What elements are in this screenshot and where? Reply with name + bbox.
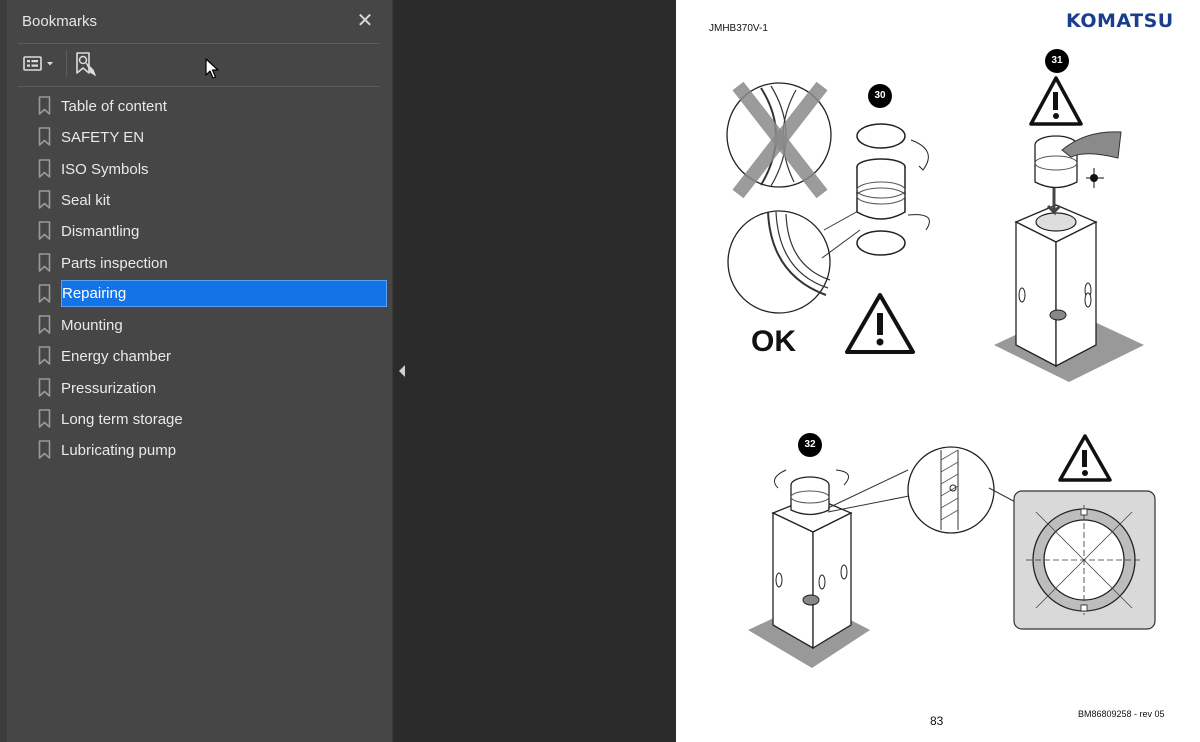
collapse-panel-arrow-icon[interactable] — [397, 364, 407, 378]
list-options-icon — [23, 56, 53, 71]
panel-title: Bookmarks — [22, 13, 98, 30]
bookmark-icon — [38, 440, 51, 460]
bookmark-icon — [38, 346, 51, 366]
bookmark-options-button[interactable] — [20, 52, 60, 76]
bookmark-item[interactable]: Mounting — [0, 310, 393, 338]
bookmark-item[interactable]: Repairing — [0, 279, 393, 307]
divider — [18, 43, 380, 44]
step-badge: 32 — [798, 433, 822, 457]
document-background — [411, 0, 676, 742]
block-assembly-31 — [994, 76, 1144, 382]
toolbar-separator — [66, 50, 67, 77]
document-page: JMHB370V-1 KOMATSU 30 31 32 OK 83 BM8680… — [676, 0, 1200, 742]
bookmark-label: Repairing — [61, 279, 387, 307]
divider — [18, 86, 380, 87]
correct-seal-detail — [727, 209, 861, 314]
bookmark-label: Dismantling — [61, 223, 140, 241]
page-number: 83 — [930, 714, 944, 728]
bookmark-item[interactable]: SAFETY EN — [0, 122, 393, 150]
document-reference: BM86809258 - rev 05 — [1078, 709, 1165, 719]
bookmark-label: Mounting — [61, 317, 123, 335]
close-panel-button[interactable]: ✕ — [354, 10, 376, 32]
step-badge: 31 — [1045, 49, 1069, 73]
bookmark-label: SAFETY EN — [61, 129, 145, 147]
bookmark-icon — [38, 252, 51, 272]
ok-label: OK — [751, 325, 796, 358]
bookmark-item[interactable]: ISO Symbols — [0, 154, 393, 182]
bookmark-label: ISO Symbols — [61, 160, 149, 178]
bookmark-item[interactable]: Long term storage — [0, 404, 393, 432]
bookmark-icon — [38, 283, 51, 303]
pdf-viewer: Bookmarks ✕ Table of content SAFETY EN ISO… — [0, 0, 1200, 742]
bookmark-icon — [38, 190, 51, 209]
bookmark-item[interactable]: Lubricating pump — [0, 435, 393, 463]
bookmark-icon — [38, 409, 51, 428]
find-bookmark-button[interactable] — [73, 51, 97, 77]
brand-logo: KOMATSU — [1066, 10, 1174, 32]
warning-icon — [845, 293, 915, 354]
ring-cross-section — [1013, 434, 1156, 630]
step-badge: 30 — [868, 84, 892, 108]
bookmark-item[interactable]: Table of content — [0, 91, 393, 119]
bookmark-icon — [38, 377, 51, 397]
bookmark-icon — [38, 221, 51, 240]
bookmark-label: Long term storage — [61, 411, 183, 428]
bookmark-item[interactable]: Parts inspection — [0, 248, 393, 276]
find-bookmark-icon — [76, 52, 97, 77]
bookmark-label: Pressurization — [61, 379, 157, 397]
bookmark-label: Lubricating pump — [61, 442, 177, 460]
block-assembly-32 — [748, 446, 1022, 668]
bookmark-item[interactable]: Pressurization — [0, 373, 393, 401]
wrong-seal-detail — [726, 81, 832, 199]
bookmark-label: Seal kit — [61, 191, 111, 209]
mouse-cursor-icon — [205, 58, 219, 79]
bookmark-label: Energy chamber — [61, 348, 172, 366]
bookmark-icon — [38, 158, 51, 178]
bookmark-label: Table of content — [61, 98, 167, 115]
bookmark-item[interactable]: Seal kit — [0, 185, 393, 213]
bookmark-label: Parts inspection — [61, 254, 168, 272]
bookmark-item[interactable]: Dismantling — [0, 216, 393, 244]
bookmark-icon — [38, 315, 51, 334]
assembly-illustration — [726, 76, 1156, 668]
bookmarks-panel: Bookmarks ✕ Table of content SAFETY EN ISO… — [0, 0, 393, 742]
bookmark-icon — [38, 127, 51, 147]
document-id: JMHB370V-1 — [709, 23, 768, 34]
seal-ring-parts — [856, 123, 930, 256]
bookmark-item[interactable]: Energy chamber — [0, 341, 393, 369]
bookmark-icon — [38, 96, 51, 115]
